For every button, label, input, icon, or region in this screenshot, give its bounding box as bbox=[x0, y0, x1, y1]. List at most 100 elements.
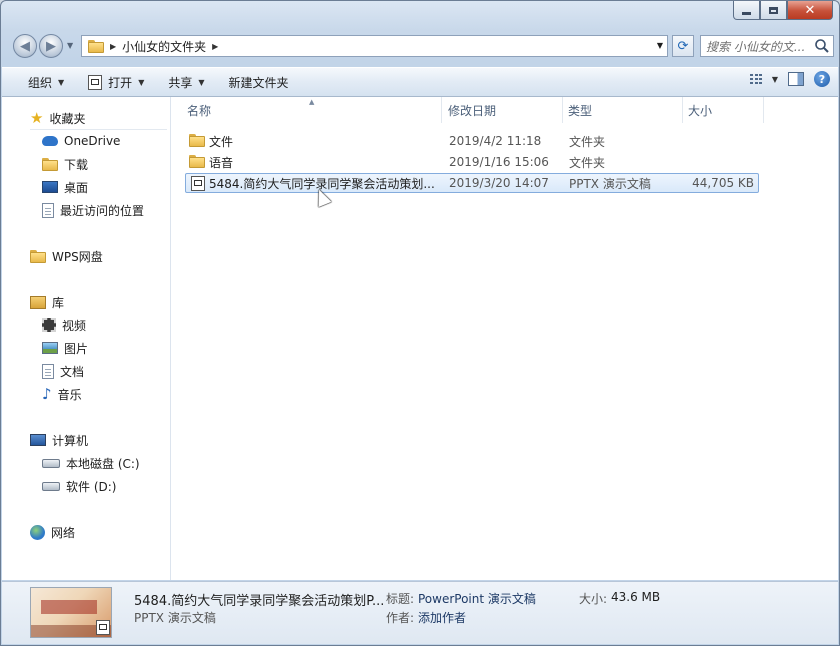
forward-arrow-icon: ▶ bbox=[46, 38, 56, 54]
close-button[interactable]: ✕ bbox=[787, 1, 833, 20]
downloads-folder-icon bbox=[42, 157, 58, 171]
folder-icon bbox=[88, 39, 104, 53]
address-row: ◀ ▶ ▼ ▶ 小仙女的文件夹 ▶ ▼ ⟳ 搜索 小仙女的文... bbox=[9, 33, 834, 59]
pictures-icon bbox=[42, 342, 58, 354]
minimize-button[interactable] bbox=[733, 1, 760, 20]
refresh-button[interactable]: ⟳ bbox=[672, 35, 694, 57]
share-button[interactable]: 共享 ▼ bbox=[156, 68, 216, 96]
nav-favorites[interactable]: ★ 收藏夹 bbox=[30, 108, 85, 128]
column-size[interactable]: 大小 bbox=[688, 97, 712, 123]
file-row-selected[interactable]: 5484.简约大气同学录同学聚会活动策划... 2019/3/20 14:07 … bbox=[185, 173, 759, 193]
minimize-icon bbox=[742, 11, 751, 15]
nav-network[interactable]: 网络 bbox=[30, 522, 75, 542]
nav-libraries[interactable]: 库 bbox=[30, 292, 64, 312]
file-row[interactable]: 文件 2019/4/2 11:18 文件夹 bbox=[185, 131, 759, 151]
column-modified[interactable]: 修改日期 bbox=[448, 97, 496, 123]
maximize-icon bbox=[769, 6, 778, 14]
nav-documents[interactable]: 文档 bbox=[42, 361, 84, 381]
column-name[interactable]: 名称 bbox=[187, 97, 211, 123]
nav-onedrive[interactable]: OneDrive bbox=[42, 131, 120, 151]
nav-software-disk[interactable]: 软件 (D:) bbox=[42, 476, 116, 496]
nav-recent[interactable]: 最近访问的位置 bbox=[42, 200, 144, 220]
nav-computer[interactable]: 计算机 bbox=[30, 430, 88, 450]
share-label: 共享 bbox=[168, 75, 193, 90]
address-dropdown-icon[interactable]: ▼ bbox=[657, 41, 663, 50]
views-icon bbox=[749, 73, 764, 85]
divider bbox=[30, 129, 167, 130]
details-author-label: 作者: bbox=[386, 611, 415, 625]
column-divider[interactable] bbox=[763, 97, 764, 123]
folder-icon bbox=[189, 155, 205, 168]
new-folder-label: 新建文件夹 bbox=[228, 75, 289, 90]
column-divider[interactable] bbox=[682, 97, 683, 123]
file-row[interactable]: 语音 2019/1/16 15:06 文件夹 bbox=[185, 152, 759, 172]
nav-onedrive-label: OneDrive bbox=[64, 134, 121, 148]
nav-software-label: 软件 (D:) bbox=[66, 479, 117, 494]
details-filetype: PPTX 演示文稿 bbox=[134, 611, 216, 625]
nav-wps[interactable]: WPS网盘 bbox=[30, 246, 103, 266]
recent-pages-dropdown[interactable]: ▼ bbox=[67, 41, 73, 50]
preview-pane-icon[interactable] bbox=[788, 72, 804, 86]
nav-favorites-label: 收藏夹 bbox=[49, 111, 86, 126]
file-list: ▲ 名称 修改日期 类型 大小 文件 2019/4/2 11:18 文件夹 语音… bbox=[171, 97, 838, 580]
pptx-file-icon bbox=[191, 176, 205, 191]
chevron-down-icon: ▼ bbox=[138, 77, 145, 87]
organize-label: 组织 bbox=[28, 75, 53, 90]
network-icon bbox=[30, 524, 45, 540]
video-icon bbox=[42, 318, 56, 332]
star-icon: ★ bbox=[30, 108, 44, 127]
nav-downloads[interactable]: 下载 bbox=[42, 154, 88, 174]
back-arrow-icon: ◀ bbox=[20, 38, 30, 54]
open-label: 打开 bbox=[108, 75, 133, 90]
file-type: 文件夹 bbox=[569, 134, 606, 149]
file-type: PPTX 演示文稿 bbox=[569, 176, 651, 191]
search-input[interactable]: 搜索 小仙女的文... bbox=[701, 38, 814, 55]
music-icon: ♪ bbox=[42, 384, 52, 403]
nav-recent-label: 最近访问的位置 bbox=[60, 203, 145, 218]
column-divider[interactable] bbox=[562, 97, 563, 123]
back-button[interactable]: ◀ bbox=[13, 34, 37, 58]
drive-d-icon bbox=[42, 481, 60, 491]
search-box[interactable]: 搜索 小仙女的文... bbox=[700, 35, 834, 57]
chevron-right-icon[interactable]: ▶ bbox=[212, 42, 218, 51]
details-title-value[interactable]: PowerPoint 演示文稿 bbox=[418, 590, 536, 607]
organize-button[interactable]: 组织 ▼ bbox=[2, 68, 76, 96]
file-modified: 2019/1/16 15:06 bbox=[449, 155, 549, 169]
column-divider[interactable] bbox=[441, 97, 442, 123]
nav-videos[interactable]: 视频 bbox=[42, 315, 86, 335]
libraries-icon bbox=[30, 295, 46, 309]
search-icon[interactable] bbox=[814, 38, 830, 54]
nav-pictures[interactable]: 图片 bbox=[42, 338, 88, 358]
help-icon[interactable]: ? bbox=[814, 71, 830, 87]
nav-music-label: 音乐 bbox=[57, 387, 82, 402]
file-name: 文件 bbox=[209, 134, 234, 149]
nav-music[interactable]: ♪ 音乐 bbox=[42, 384, 82, 404]
nav-wps-label: WPS网盘 bbox=[52, 249, 103, 264]
forward-button[interactable]: ▶ bbox=[39, 34, 63, 58]
nav-pictures-label: 图片 bbox=[64, 341, 89, 356]
chevron-right-icon[interactable]: ▶ bbox=[110, 42, 116, 51]
nav-documents-label: 文档 bbox=[60, 364, 85, 379]
maximize-button[interactable] bbox=[760, 1, 787, 20]
details-author-value[interactable]: 添加作者 bbox=[418, 609, 466, 626]
computer-icon bbox=[30, 434, 46, 446]
nav-videos-label: 视频 bbox=[62, 318, 87, 333]
column-modified-label: 修改日期 bbox=[448, 103, 497, 118]
nav-desktop[interactable]: 桌面 bbox=[42, 177, 88, 197]
folder-icon bbox=[189, 134, 205, 147]
column-type[interactable]: 类型 bbox=[568, 97, 592, 123]
documents-icon bbox=[42, 363, 54, 379]
caption-buttons: ✕ bbox=[733, 1, 833, 20]
close-icon: ✕ bbox=[804, 2, 816, 18]
address-bar[interactable]: ▶ 小仙女的文件夹 ▶ ▼ bbox=[81, 35, 668, 57]
column-type-label: 类型 bbox=[568, 103, 593, 118]
open-button[interactable]: 打开 ▼ bbox=[76, 68, 156, 96]
change-view-button[interactable]: ▼ bbox=[749, 73, 778, 85]
file-type: 文件夹 bbox=[569, 155, 606, 170]
new-folder-button[interactable]: 新建文件夹 bbox=[217, 68, 301, 96]
breadcrumb-current[interactable]: 小仙女的文件夹 bbox=[122, 38, 206, 55]
details-pane: 5484.简约大气同学录同学聚会活动策划P... PPTX 演示文稿 标题: P… bbox=[2, 581, 838, 644]
wps-folder-icon bbox=[30, 249, 46, 263]
details-title-label: 标题: bbox=[386, 592, 415, 606]
nav-local-disk[interactable]: 本地磁盘 (C:) bbox=[42, 453, 140, 473]
